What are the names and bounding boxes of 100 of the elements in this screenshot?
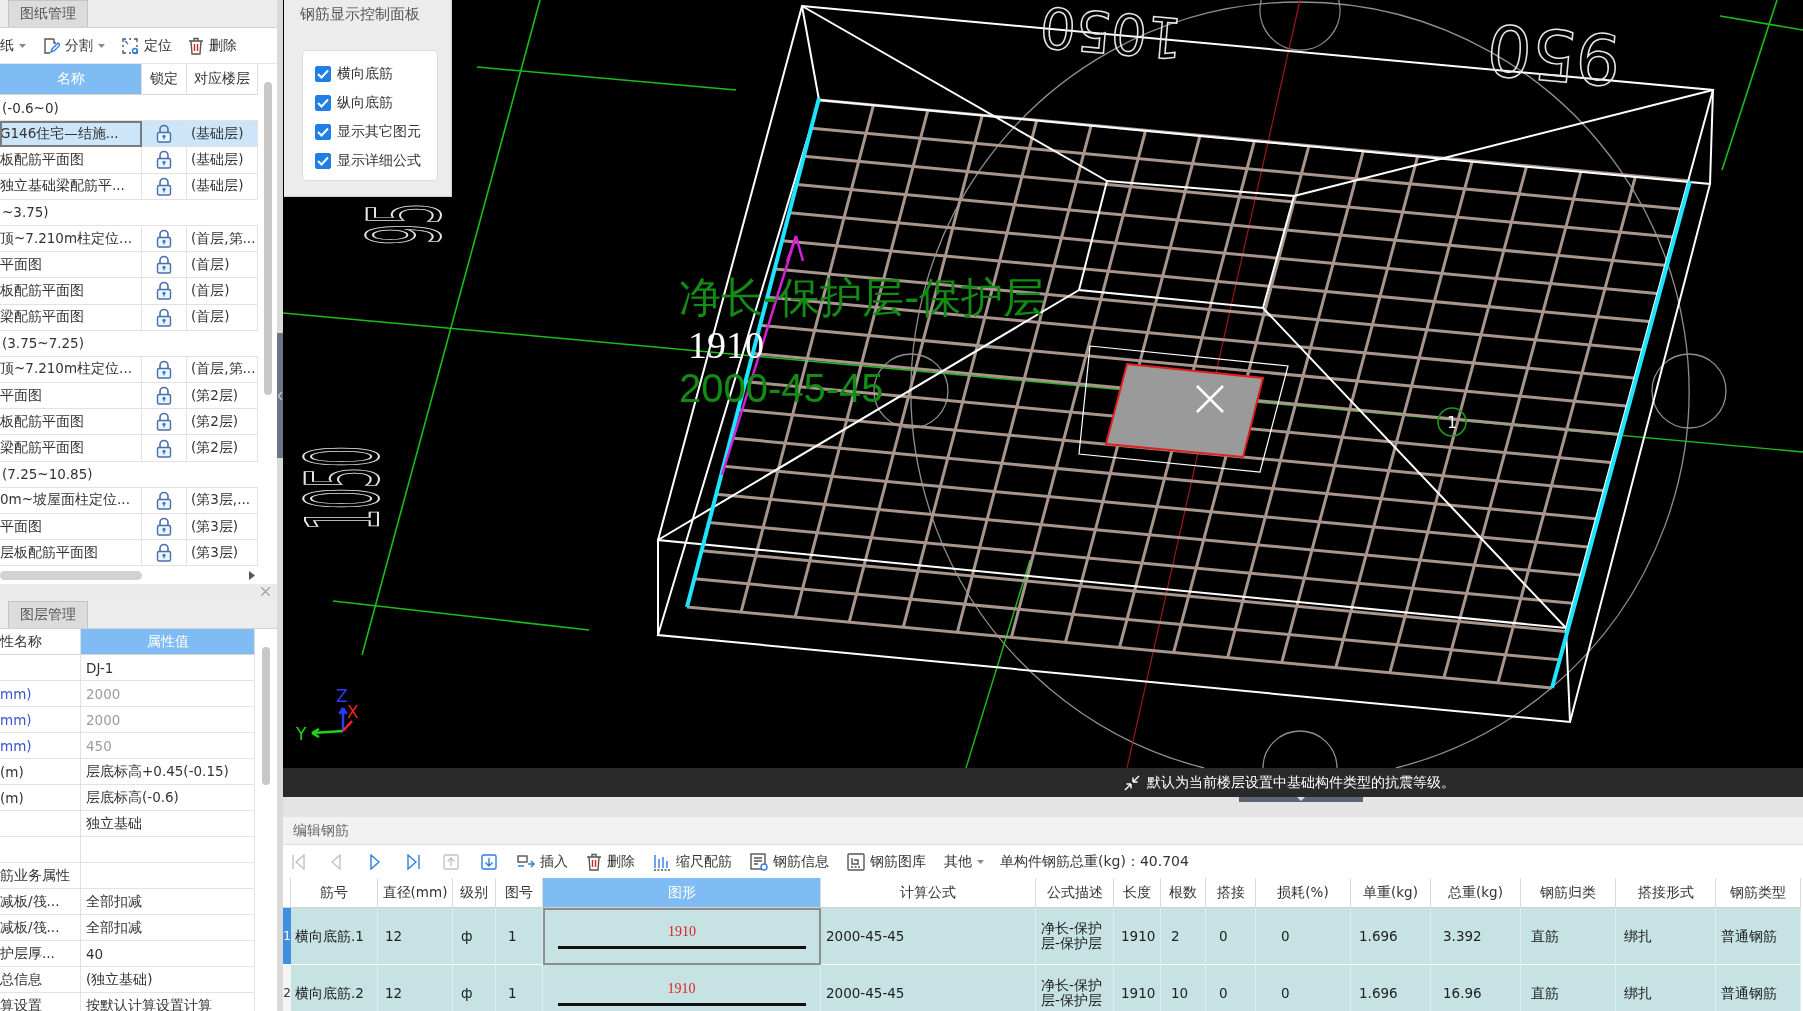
toolbar-button[interactable]: 插入 xyxy=(511,848,574,875)
drawing-name-cell[interactable]: 板配筋平面图 xyxy=(0,147,142,174)
padlock-icon[interactable] xyxy=(156,307,172,327)
column-header[interactable]: 锁定 xyxy=(142,64,187,95)
checkbox-label[interactable]: 显示其它图元 xyxy=(337,123,421,141)
column-header[interactable]: 图号 xyxy=(496,878,543,908)
column-header[interactable]: 总重(kg) xyxy=(1431,878,1521,908)
padlock-icon[interactable] xyxy=(156,150,172,170)
shape-cell[interactable]: 1910 xyxy=(543,965,821,1011)
cross-marker-icon xyxy=(1195,384,1225,414)
checkbox[interactable] xyxy=(315,66,331,82)
scrollbar-thumb[interactable] xyxy=(263,82,272,395)
property-value-cell[interactable]: DJ-1 xyxy=(81,655,255,682)
floor-cell: (第2层) xyxy=(187,435,258,462)
shape-cell[interactable]: 1910 xyxy=(543,908,821,965)
padlock-icon[interactable] xyxy=(156,438,172,458)
property-value-cell[interactable]: 层底标高(-0.6) xyxy=(81,785,255,812)
drawing-name-cell[interactable]: 梁配筋平面图 xyxy=(0,304,142,331)
column-header[interactable]: 级别 xyxy=(453,878,496,908)
padlock-icon[interactable] xyxy=(156,255,172,275)
property-value-cell[interactable]: 全部扣减 xyxy=(81,915,255,942)
toolbar-button[interactable]: 其他 xyxy=(938,848,990,875)
table-cell: 1 xyxy=(496,908,543,965)
padlock-icon[interactable] xyxy=(156,543,172,563)
trash-icon xyxy=(586,852,602,871)
property-name-cell: 减板/筏... xyxy=(0,889,81,916)
panel-tab[interactable]: 图纸管理 xyxy=(8,0,88,27)
property-name-cell: 护层厚... xyxy=(0,941,81,968)
splitter-handle[interactable] xyxy=(277,333,283,458)
checkbox[interactable] xyxy=(315,153,331,169)
property-value-cell[interactable]: 独立基础 xyxy=(81,811,255,838)
toolbar-button[interactable]: 删除 xyxy=(184,31,241,60)
toolbar-button[interactable]: 钢筋信息 xyxy=(744,848,835,875)
toolbar-button[interactable]: 删除 xyxy=(580,848,641,875)
table-cell: 直筋 xyxy=(1521,908,1616,965)
drawing-name-cell[interactable]: 0m~坡屋面柱定位... xyxy=(0,487,142,514)
drawing-name-cell[interactable]: 平面图 xyxy=(0,514,142,541)
property-name-cell: 筋业务属性 xyxy=(0,863,81,890)
triangle-right-icon[interactable] xyxy=(249,570,255,580)
row-number-cell[interactable]: 2 xyxy=(283,965,291,1011)
property-value-cell[interactable]: 全部扣减 xyxy=(81,889,255,916)
column-header[interactable]: 搭接 xyxy=(1206,878,1256,908)
toolbar-button[interactable]: 钢筋图库 xyxy=(841,848,932,875)
property-value-cell[interactable]: (独立基础) xyxy=(81,967,255,994)
padlock-icon[interactable] xyxy=(156,124,172,144)
column-header[interactable]: 长度 xyxy=(1114,878,1161,908)
padlock-icon[interactable] xyxy=(156,359,172,379)
checkbox-label[interactable]: 横向底筋 xyxy=(337,65,393,83)
cad-dimension-text: 950 xyxy=(1483,7,1625,101)
cad-dimension-text: 1050 xyxy=(1037,0,1186,71)
scrollbar-thumb[interactable] xyxy=(262,647,270,786)
table-cell: 1910 xyxy=(1114,908,1161,965)
cad-dimension-text: 95 xyxy=(347,203,465,245)
column-header[interactable]: 根数 xyxy=(1161,878,1206,908)
column-header[interactable]: 损耗(%) xyxy=(1256,878,1351,908)
padlock-icon[interactable] xyxy=(156,176,172,196)
panel-resize-handle[interactable] xyxy=(1239,797,1363,802)
panel-tab[interactable]: 图层管理 xyxy=(8,601,88,629)
drawing-name-cell[interactable]: 平面图 xyxy=(0,252,142,279)
padlock-icon[interactable] xyxy=(156,386,172,406)
drawing-name-cell[interactable]: 梁配筋平面图 xyxy=(0,435,142,462)
toolbar-button[interactable]: 纸 xyxy=(0,31,30,60)
column-header[interactable]: 对应楼层 xyxy=(187,64,258,95)
drawing-name-cell[interactable]: 独立基础梁配筋平... xyxy=(0,173,142,200)
column-header[interactable]: 筋号 xyxy=(291,878,378,908)
padlock-icon[interactable] xyxy=(156,281,172,301)
column-header[interactable]: 直径(mm) xyxy=(378,878,453,908)
floor-cell: (基础层) xyxy=(187,173,258,200)
toolbar-button[interactable]: 分割 xyxy=(38,31,109,60)
padlock-icon[interactable] xyxy=(156,412,172,432)
drawing-name-cell[interactable]: 顶~7.210m柱定位... xyxy=(0,356,142,384)
checkbox-label[interactable]: 纵向底筋 xyxy=(337,94,393,112)
column-header[interactable]: 钢筋归类 xyxy=(1521,878,1616,908)
drawing-name-cell[interactable]: 板配筋平面图 xyxy=(0,278,142,305)
column-header[interactable]: 计算公式 xyxy=(821,878,1036,908)
drawing-name-cell[interactable]: 板配筋平面图 xyxy=(0,409,142,436)
scrollbar-thumb[interactable] xyxy=(0,570,142,580)
floor-cell: (基础层) xyxy=(187,121,258,148)
table-cell: 2000-45-45 xyxy=(821,908,1036,965)
checkbox[interactable] xyxy=(315,124,331,140)
drawing-name-cell[interactable]: 平面图 xyxy=(0,383,142,410)
column-header[interactable]: 公式描述 xyxy=(1036,878,1114,908)
shrink-arrows-icon[interactable] xyxy=(1123,773,1141,792)
padlock-icon[interactable] xyxy=(156,517,172,537)
column-header[interactable]: 单重(kg) xyxy=(1351,878,1431,908)
table-cell: 1910 xyxy=(1114,965,1161,1011)
checkbox[interactable] xyxy=(315,95,331,111)
column-header[interactable]: 性名称 xyxy=(0,629,81,656)
property-value-cell[interactable]: 层底标高+0.45(-0.15) xyxy=(81,759,255,786)
toolbar-button[interactable]: 定位 xyxy=(117,31,176,60)
property-value-cell[interactable]: 40 xyxy=(81,941,255,968)
checkbox-label[interactable]: 显示详细公式 xyxy=(337,152,421,170)
toolbar-button[interactable]: 缩尺配筋 xyxy=(647,848,738,875)
padlock-icon[interactable] xyxy=(156,229,172,249)
padlock-icon[interactable] xyxy=(156,490,172,510)
table-cell: 净长-保护层-保护层 xyxy=(1036,965,1114,1011)
drawing-name-cell[interactable]: 顶~7.210m柱定位... xyxy=(0,225,142,253)
column-header[interactable]: 钢筋类型 xyxy=(1716,878,1801,908)
drawing-name-cell[interactable]: 层板配筋平面图 xyxy=(0,540,142,567)
column-header[interactable]: 搭接形式 xyxy=(1616,878,1716,908)
